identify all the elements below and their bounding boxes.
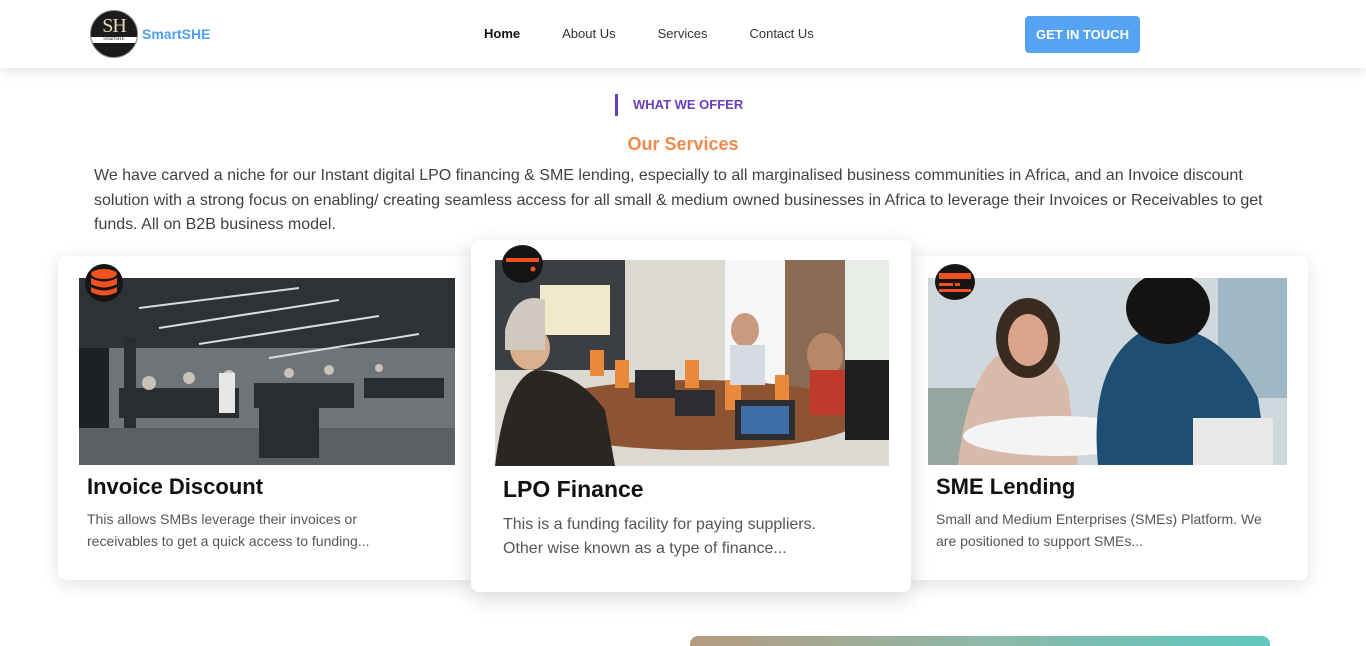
brand-name: SmartSHE (142, 26, 211, 42)
server-icon (935, 264, 975, 300)
credit-card-icon (502, 245, 543, 283)
next-section-image-edge (690, 636, 1270, 646)
service-card-lpo-finance[interactable]: LPO Finance This is a funding facility f… (471, 240, 911, 592)
section-description: We have carved a niche for our Instant d… (94, 167, 1263, 233)
card-description: Small and Medium Enterprises (SMEs) Plat… (936, 511, 1262, 549)
nav-services[interactable]: Services (658, 26, 708, 41)
get-in-touch-button[interactable]: GET IN TOUCH (1025, 16, 1140, 53)
database-icon (85, 264, 123, 302)
conference-photo (495, 260, 889, 466)
card-description: This is a funding facility for paying su… (503, 516, 817, 557)
card-title: LPO Finance (503, 476, 644, 502)
office-photo (79, 278, 455, 465)
logo-subtext: SmartSHE (103, 37, 125, 42)
card-title: SME Lending (936, 474, 1076, 499)
main-nav: Home About Us Services Contact Us (484, 26, 856, 41)
site-header: SH SmartSHE SmartSHE Home About Us Servi… (0, 0, 1366, 68)
card-title: Invoice Discount (87, 474, 264, 499)
service-card-invoice-discount[interactable]: Invoice Discount This allows SMBs levera… (58, 256, 476, 580)
logo-monogram: SH (102, 15, 127, 37)
nav-about-us[interactable]: About Us (562, 26, 615, 41)
service-card-sme-lending[interactable]: SME Lending Small and Medium Enterprises… (907, 256, 1308, 580)
nav-home[interactable]: Home (484, 26, 520, 41)
meeting-photo (928, 278, 1287, 465)
eyebrow-accent-bar (615, 94, 618, 116)
logo-badge: SH SmartSHE (90, 10, 138, 58)
logo[interactable]: SH SmartSHE SmartSHE (90, 10, 210, 58)
card-description: This allows SMBs leverage their invoices… (87, 511, 370, 549)
section-title: Our Services (627, 134, 739, 154)
section-eyebrow: WHAT WE OFFER (633, 97, 744, 112)
nav-contact-us[interactable]: Contact Us (749, 26, 813, 41)
